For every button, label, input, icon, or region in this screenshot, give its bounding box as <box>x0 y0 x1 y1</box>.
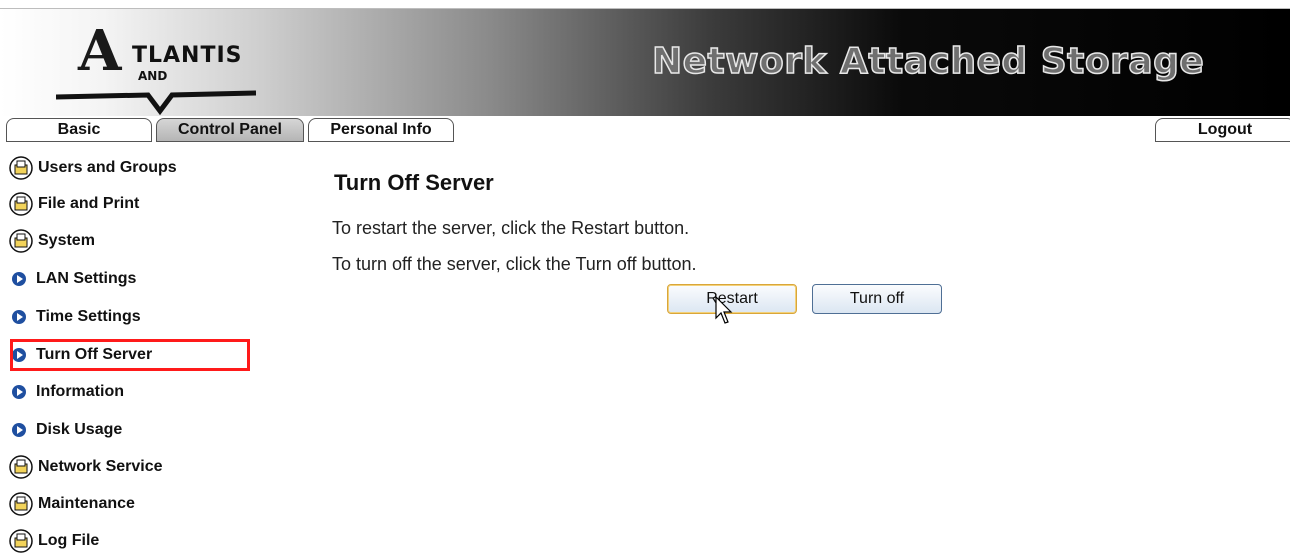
arrow-bullet-icon <box>12 310 26 324</box>
turnoff-instructions: To turn off the server, click the Turn o… <box>332 254 697 274</box>
restart-instructions: To restart the server, click the Restart… <box>332 218 690 238</box>
logo-letter: A <box>78 18 122 84</box>
arrow-bullet-icon <box>12 385 26 399</box>
sidebar-item-lan-settings[interactable]: LAN Settings <box>8 265 136 293</box>
sidebar-item-label: Maintenance <box>38 495 135 512</box>
arrow-bullet-icon <box>12 272 26 286</box>
sidebar-item-disk-usage[interactable]: Disk Usage <box>8 416 122 444</box>
mouse-cursor-icon <box>715 296 733 324</box>
header-banner: A TLANTIS AND Network Attached Storage <box>0 8 1290 116</box>
sidebar-item-users-and-groups[interactable]: Users and Groups <box>8 154 177 182</box>
tab-basic[interactable]: Basic <box>6 118 152 142</box>
folder-icon <box>9 156 33 180</box>
sidebar-item-label: Disk Usage <box>36 421 123 438</box>
sidebar-item-label: System <box>38 232 95 249</box>
sidebar-item-label: Network Service <box>38 458 163 475</box>
sidebar-item-time-settings[interactable]: Time Settings <box>8 303 141 331</box>
arrow-bullet-icon <box>12 423 26 437</box>
folder-icon <box>9 192 33 216</box>
folder-icon <box>9 492 33 516</box>
sidebar-item-label: File and Print <box>38 195 140 212</box>
sidebar-item-maintenance[interactable]: Maintenance <box>8 490 135 518</box>
logo-swoosh-icon <box>56 90 256 115</box>
folder-icon <box>9 529 33 553</box>
atlantis-logo: A TLANTIS AND <box>56 15 256 115</box>
sidebar-item-label: Time Settings <box>36 308 141 325</box>
sidebar-item-label: Information <box>36 383 124 400</box>
tab-personal-info[interactable]: Personal Info <box>308 118 454 142</box>
sidebar-item-file-and-print[interactable]: File and Print <box>8 190 139 218</box>
turn-off-button[interactable]: Turn off <box>812 284 942 314</box>
sidebar-item-log-file[interactable]: Log File <box>8 527 99 555</box>
folder-icon <box>9 455 33 479</box>
logo-text: TLANTIS <box>132 43 243 68</box>
page-title: Turn Off Server <box>334 170 494 195</box>
sidebar-item-label: Log File <box>38 532 100 549</box>
sidebar-item-information[interactable]: Information <box>8 378 124 406</box>
logout-button[interactable]: Logout <box>1155 118 1290 142</box>
top-tab-bar: Basic Control Panel Personal Info Logout <box>0 116 1290 144</box>
tab-control-panel[interactable]: Control Panel <box>156 118 304 142</box>
sidebar-item-label: Users and Groups <box>38 159 177 176</box>
sidebar-item-label: LAN Settings <box>36 270 137 287</box>
sidebar-item-system[interactable]: System <box>8 227 95 255</box>
folder-icon <box>9 229 33 253</box>
sidebar-item-network-service[interactable]: Network Service <box>8 453 163 481</box>
selected-item-highlight <box>10 339 250 371</box>
product-title: Network Attached Storage <box>651 40 1205 83</box>
